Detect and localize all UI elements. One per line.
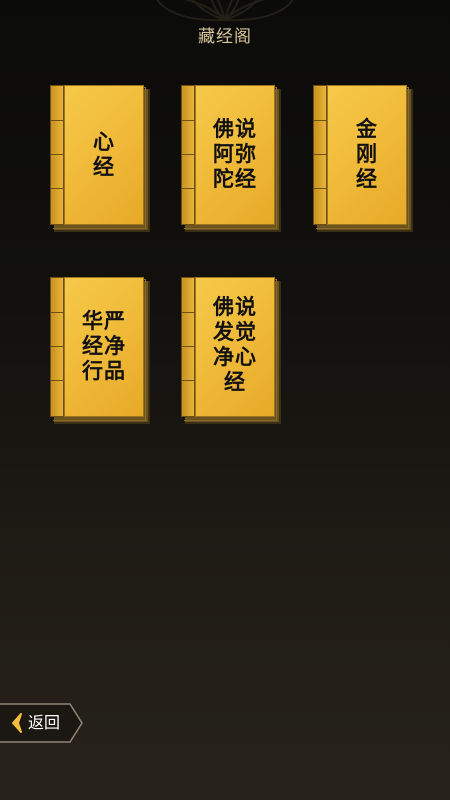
book-title-line: 发觉 xyxy=(213,320,257,344)
book-title-line: 陀经 xyxy=(213,167,257,191)
book-title-line: 经净 xyxy=(82,334,126,358)
chevron-left-icon xyxy=(12,713,22,733)
book-spine xyxy=(50,277,65,417)
book-heart-sutra[interactable]: 心 经 xyxy=(50,85,150,232)
book-spine xyxy=(181,85,196,225)
book-title-line: 刚 xyxy=(356,142,378,166)
back-button[interactable]: 返回 xyxy=(0,703,84,743)
book-title-line: 佛说 xyxy=(213,295,257,319)
book-title-line: 经 xyxy=(356,167,378,191)
book-title-line: 行品 xyxy=(82,359,126,383)
page-title: 藏经阁 xyxy=(198,27,252,47)
book-spine xyxy=(313,85,328,225)
back-button-label: 返回 xyxy=(28,713,61,732)
book-title-line: 佛说 xyxy=(213,117,257,141)
book-awakening-pure-mind-sutra[interactable]: 佛说 发觉 净心 经 xyxy=(181,277,281,424)
book-avatamsaka-pure-conduct[interactable]: 华严 经净 行品 xyxy=(50,277,150,424)
book-title-line: 金 xyxy=(356,117,378,141)
book-title-line: 净心 xyxy=(213,345,257,369)
book-spine xyxy=(50,85,65,225)
book-title-line: 华严 xyxy=(82,309,126,333)
book-amitabha-sutra[interactable]: 佛说 阿弥 陀经 xyxy=(181,85,281,232)
book-diamond-sutra[interactable]: 金 刚 经 xyxy=(313,85,413,232)
book-spine xyxy=(181,277,196,417)
book-title-line: 阿弥 xyxy=(213,142,257,166)
book-title-line: 经 xyxy=(93,155,115,179)
book-title-line: 心 xyxy=(93,130,115,154)
book-title-line: 经 xyxy=(224,370,246,394)
